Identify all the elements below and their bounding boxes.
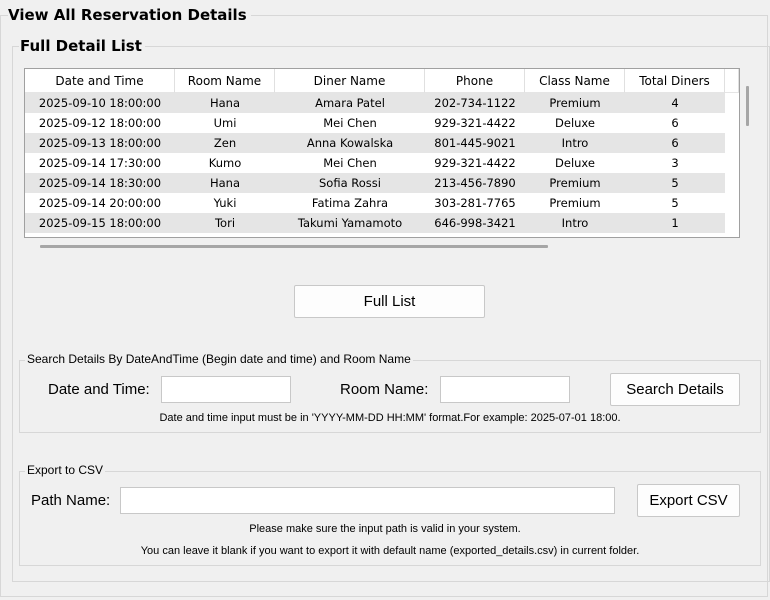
search-group-label: Search Details By DateAndTime (Begin dat… xyxy=(25,352,413,366)
cell-phone: 213-456-7890 xyxy=(434,176,516,190)
reservation-table[interactable]: Date and Time Room Name Diner Name Phone… xyxy=(24,68,740,238)
cell-diner-name: Mei Chen xyxy=(323,156,377,170)
cell-class-name: Premium xyxy=(549,176,601,190)
page-title: View All Reservation Details xyxy=(8,6,251,24)
cell-date-time: 2025-09-14 20:00:00 xyxy=(38,196,162,210)
table-header: Date and Time Room Name Diner Name Phone… xyxy=(25,69,739,93)
table-row[interactable]: 2025-09-14 18:30:00 Hana Sofia Rossi 213-45… xyxy=(25,173,725,193)
cell-room-name: Hana xyxy=(209,176,241,190)
cell-room-name: Zen xyxy=(213,136,237,150)
cell-diner-name: Fatima Zahra xyxy=(311,196,389,210)
date-time-label: Date and Time: xyxy=(48,381,150,398)
horizontal-scrollbar[interactable] xyxy=(40,245,548,248)
cell-total-diners: 4 xyxy=(671,96,679,110)
table-row[interactable]: 2025-09-12 18:00:00 Umi Mei Chen 929-321-44… xyxy=(25,113,725,133)
table-row[interactable]: 2025-09-14 17:30:00 Kumo Mei Chen 929-321-4… xyxy=(25,153,725,173)
cell-phone: 303-281-7765 xyxy=(434,196,516,210)
cell-phone: 929-321-4422 xyxy=(434,116,516,130)
cell-class-name: Intro xyxy=(561,136,589,150)
room-name-label: Room Name: xyxy=(340,381,429,398)
table-row[interactable]: 2025-09-13 18:00:00 Zen Anna Kowalska 801-4… xyxy=(25,133,725,153)
cell-class-name: Premium xyxy=(549,96,601,110)
cell-room-name: Tori xyxy=(214,216,236,230)
room-name-input[interactable] xyxy=(440,376,570,403)
column-header-class-name[interactable]: Class Name xyxy=(525,69,625,93)
export-csv-button[interactable]: Export CSV xyxy=(637,484,740,517)
cell-total-diners: 5 xyxy=(671,196,679,210)
date-time-input[interactable] xyxy=(161,376,291,403)
cell-class-name: Intro xyxy=(561,216,589,230)
path-name-label: Path Name: xyxy=(31,492,111,509)
cell-total-diners: 5 xyxy=(671,176,679,190)
cell-room-name: Kumo xyxy=(208,156,242,170)
cell-total-diners: 3 xyxy=(671,156,679,170)
cell-total-diners: 6 xyxy=(671,136,679,150)
cell-room-name: Umi xyxy=(213,116,237,130)
full-list-button[interactable]: Full List xyxy=(294,285,485,318)
column-header-diner-name[interactable]: Diner Name xyxy=(275,69,425,93)
cell-diner-name: Takumi Yamamoto xyxy=(297,216,403,230)
cell-date-time: 2025-09-14 17:30:00 xyxy=(38,156,162,170)
cell-date-time: 2025-09-14 18:30:00 xyxy=(38,176,162,190)
path-name-input[interactable] xyxy=(120,487,615,514)
cell-room-name: Hana xyxy=(209,96,241,110)
search-details-button[interactable]: Search Details xyxy=(610,373,740,406)
cell-diner-name: Sofia Rossi xyxy=(319,176,381,190)
cell-phone: 929-321-4422 xyxy=(434,156,516,170)
table-row[interactable]: 2025-09-15 18:00:00 Tori Takumi Yamamoto 64… xyxy=(25,213,725,233)
vertical-scrollbar[interactable] xyxy=(746,86,749,126)
table-row[interactable]: 2025-09-14 20:00:00 Yuki Fatima Zahra 303-2… xyxy=(25,193,725,213)
cell-class-name: Deluxe xyxy=(555,156,595,170)
export-default-hint: You can leave it blank if you want to ex… xyxy=(140,545,640,557)
cell-diner-name: Amara Patel xyxy=(315,96,385,110)
cell-date-time: 2025-09-12 18:00:00 xyxy=(38,116,162,130)
cell-date-time: 2025-09-10 18:00:00 xyxy=(38,96,162,110)
column-header-phone[interactable]: Phone xyxy=(425,69,525,93)
cell-diner-name: Anna Kowalska xyxy=(306,136,394,150)
cell-date-time: 2025-09-13 18:00:00 xyxy=(38,136,162,150)
table-body: 2025-09-10 18:00:00 Hana Amara Patel 202-73… xyxy=(25,93,725,233)
cell-phone: 801-445-9021 xyxy=(434,136,516,150)
cell-phone: 646-998-3421 xyxy=(434,216,516,230)
cell-class-name: Premium xyxy=(549,196,601,210)
column-header-room-name[interactable]: Room Name xyxy=(175,69,275,93)
cell-class-name: Deluxe xyxy=(555,116,595,130)
cell-total-diners: 6 xyxy=(671,116,679,130)
cell-room-name: Yuki xyxy=(213,196,237,210)
cell-phone: 202-734-1122 xyxy=(434,96,516,110)
cell-diner-name: Mei Chen xyxy=(323,116,377,130)
export-path-hint: Please make sure the input path is valid… xyxy=(249,523,521,535)
cell-total-diners: 1 xyxy=(671,216,679,230)
detail-list-title: Full Detail List xyxy=(19,37,145,55)
column-header-date-time[interactable]: Date and Time xyxy=(25,69,175,93)
cell-date-time: 2025-09-15 18:00:00 xyxy=(38,216,162,230)
export-group-label: Export to CSV xyxy=(25,463,106,477)
table-row[interactable]: 2025-09-10 18:00:00 Hana Amara Patel 202-73… xyxy=(25,93,725,113)
column-header-filler xyxy=(725,69,739,93)
date-format-hint: Date and time input must be in 'YYYY-MM-… xyxy=(159,412,621,424)
column-header-total-diners[interactable]: Total Diners xyxy=(625,69,725,93)
